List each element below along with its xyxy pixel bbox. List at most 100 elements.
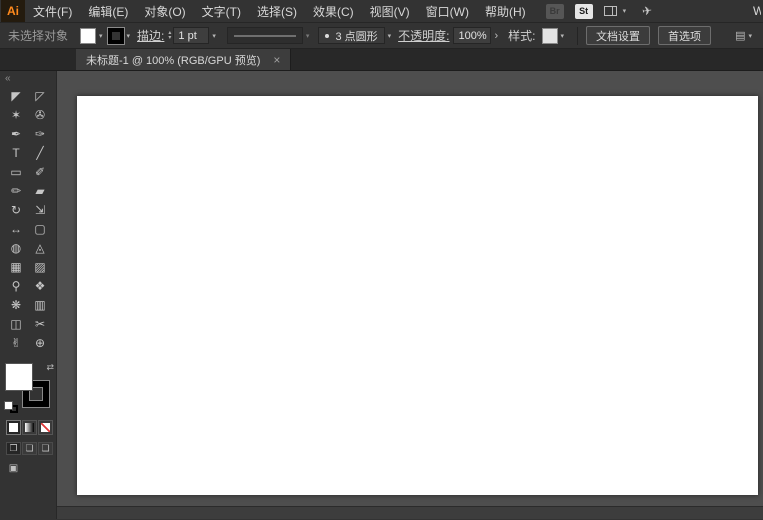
blend-tool[interactable]: ❖ xyxy=(28,276,52,295)
type-tool[interactable]: T xyxy=(4,143,28,162)
collapse-toolbar-icon[interactable]: « xyxy=(0,71,56,86)
rotate-tool[interactable]: ↻ xyxy=(4,200,28,219)
stroke-weight-input[interactable]: 1 pt xyxy=(173,27,210,44)
hand-tool[interactable]: ✌ xyxy=(4,333,28,352)
fill-color-swatch[interactable] xyxy=(80,27,97,44)
gpu-performance-icon[interactable]: ✈ xyxy=(641,3,653,18)
arrange-documents-icon xyxy=(603,6,617,16)
bridge-icon[interactable]: Br xyxy=(545,3,564,19)
fill-stroke-indicator: ⇄ xyxy=(5,362,54,413)
curvature-tool[interactable]: ✑ xyxy=(28,124,52,143)
none-button[interactable] xyxy=(38,420,53,435)
menu-file[interactable]: 文件(F) xyxy=(25,3,80,20)
line-segment-tool[interactable]: ╱ xyxy=(28,143,52,162)
menu-edit[interactable]: 编辑(E) xyxy=(80,3,136,20)
illustrator-logo-icon: Ai xyxy=(1,0,25,22)
column-graph-tool[interactable]: ▥ xyxy=(28,295,52,314)
screen-mode-row: ▣ xyxy=(6,462,56,475)
menu-select[interactable]: 选择(S) xyxy=(249,3,305,20)
eraser-tool[interactable]: ▰ xyxy=(28,181,52,200)
direct-selection-tool[interactable]: ◸ xyxy=(28,86,52,105)
stroke-weight-dropdown-icon[interactable]: ▾ xyxy=(212,32,216,40)
stroke-dropdown-icon[interactable]: ▾ xyxy=(127,32,131,40)
zoom-tool[interactable]: ⊕ xyxy=(28,333,52,352)
width-tool[interactable]: ↔ xyxy=(4,219,28,238)
artboard[interactable] xyxy=(77,96,758,495)
menu-effect[interactable]: 效果(C) xyxy=(305,3,362,20)
perspective-grid-tool[interactable]: ◬ xyxy=(28,238,52,257)
canvas-pasteboard[interactable] xyxy=(57,71,763,519)
default-fill-mini xyxy=(5,402,12,409)
opacity-panel-link[interactable]: 不透明度: xyxy=(398,27,449,44)
shaper-tool[interactable]: ✏ xyxy=(4,181,28,200)
mesh-tool[interactable]: ▦ xyxy=(4,257,28,276)
stepper-down-icon[interactable]: ▾ xyxy=(168,35,171,41)
width-profile-dropdown-icon[interactable]: ▾ xyxy=(306,32,310,40)
shape-builder-tool[interactable]: ◍ xyxy=(4,238,28,257)
rectangle-tool[interactable]: ▭ xyxy=(4,162,28,181)
stock-icon[interactable]: St xyxy=(574,3,593,19)
selection-tool[interactable]: ◤ xyxy=(4,86,28,105)
brush-preview-icon xyxy=(325,33,330,38)
swap-fill-stroke-icon[interactable]: ⇄ xyxy=(46,362,54,373)
stroke-panel-link[interactable]: 描边: xyxy=(137,27,164,44)
menu-object[interactable]: 对象(O) xyxy=(136,3,193,20)
artboard-tool[interactable]: ◫ xyxy=(4,314,28,333)
graphic-style-swatch[interactable] xyxy=(541,27,558,44)
chevron-down-icon: ▾ xyxy=(622,8,627,15)
control-bar-menu-button[interactable]: ▤ ▾ xyxy=(735,29,757,42)
menu-type[interactable]: 文字(T) xyxy=(194,3,249,20)
gradient-icon xyxy=(25,423,34,432)
menu-help[interactable]: 帮助(H) xyxy=(477,3,534,20)
divider xyxy=(577,26,579,45)
control-bar: 未选择对象 ▾ ▾ 描边: ▴ ▾ 1 pt ▾ ▾ 3 点圆形 ▾ 不透明度:… xyxy=(0,23,763,49)
opacity-input[interactable]: 100% xyxy=(453,27,492,44)
brush-definition-value: 3 点圆形 xyxy=(335,30,378,43)
paintbrush-tool[interactable]: ✐ xyxy=(28,162,52,181)
menu-window[interactable]: 窗口(W) xyxy=(418,3,477,20)
illustrator-window: Ai 文件(F) 编辑(E) 对象(O) 文字(T) 选择(S) 效果(C) 视… xyxy=(0,0,763,520)
gradient-tool[interactable]: ▨ xyxy=(28,257,52,276)
gradient-button[interactable] xyxy=(22,420,37,435)
scale-tool[interactable]: ⇲ xyxy=(28,200,52,219)
width-profile-dropdown[interactable] xyxy=(226,27,303,44)
tab-close-icon[interactable]: × xyxy=(273,54,280,66)
symbol-sprayer-tool[interactable]: ❋ xyxy=(4,295,28,314)
free-transform-tool[interactable]: ▢ xyxy=(28,219,52,238)
style-label: 样式: xyxy=(508,29,536,43)
magic-wand-tool[interactable]: ✶ xyxy=(4,105,28,124)
document-tab[interactable]: 未标题-1 @ 100% (RGB/GPU 预览) × xyxy=(76,49,292,70)
none-icon xyxy=(41,423,50,432)
menu-view[interactable]: 视图(V) xyxy=(362,3,418,20)
menubar-icon-group: Br St ▾ ✈ xyxy=(545,3,653,19)
style-dropdown-icon[interactable]: ▾ xyxy=(561,32,565,40)
brush-definition-dropdown-icon[interactable]: ▾ xyxy=(388,32,392,40)
draw-normal-button[interactable]: ❐ xyxy=(6,442,21,455)
stroke-weight-stepper[interactable]: ▴ ▾ xyxy=(168,30,171,41)
pen-tool[interactable]: ✒ xyxy=(4,124,28,143)
brush-definition-dropdown[interactable]: 3 点圆形 xyxy=(318,27,385,44)
fill-dropdown-icon[interactable]: ▾ xyxy=(99,32,103,40)
document-tab-title: 未标题-1 @ 100% (RGB/GPU 预览) xyxy=(86,54,261,67)
document-tab-bar: 未标题-1 @ 100% (RGB/GPU 预览) × xyxy=(0,49,763,71)
draw-inside-button[interactable]: ❑ xyxy=(38,442,53,455)
color-button[interactable] xyxy=(6,420,21,435)
default-fill-stroke-icon[interactable] xyxy=(5,402,18,413)
drawing-mode-buttons: ❐ ❏ ❑ xyxy=(6,442,56,455)
horizontal-scrollbar[interactable] xyxy=(57,506,763,519)
stroke-color-swatch[interactable] xyxy=(107,27,124,44)
opacity-chevron-icon[interactable]: › xyxy=(494,30,498,42)
panel-menu-dropdown-icon: ▾ xyxy=(748,32,752,40)
slice-tool[interactable]: ✂ xyxy=(28,314,52,333)
panel-icon: ▤ xyxy=(735,30,746,42)
arrange-documents-button[interactable]: ▾ xyxy=(603,6,632,16)
change-screen-mode-button[interactable]: ▣ xyxy=(6,462,21,475)
document-setup-button[interactable]: 文档设置 xyxy=(586,26,651,45)
color-icon xyxy=(9,423,18,432)
fill-swatch[interactable] xyxy=(6,364,32,390)
draw-behind-button[interactable]: ❏ xyxy=(22,442,37,455)
menu-bar: Ai 文件(F) 编辑(E) 对象(O) 文字(T) 选择(S) 效果(C) 视… xyxy=(0,0,763,23)
preferences-button[interactable]: 首选项 xyxy=(658,26,712,45)
lasso-tool[interactable]: ✇ xyxy=(28,105,52,124)
eyedropper-tool[interactable]: ⚲ xyxy=(4,276,28,295)
